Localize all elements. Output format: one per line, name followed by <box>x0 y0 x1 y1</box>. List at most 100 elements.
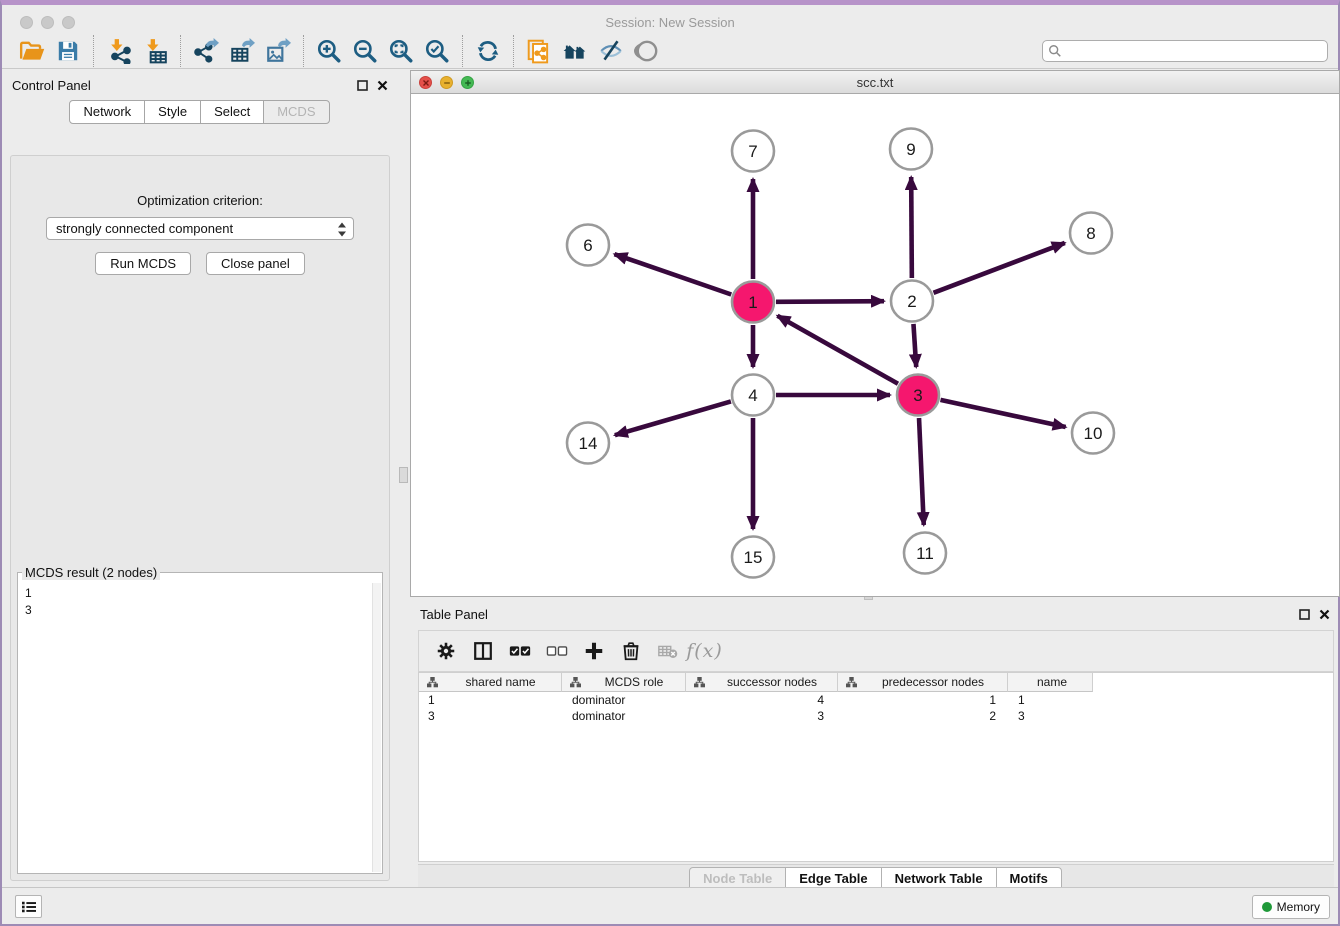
list-icon <box>21 900 37 914</box>
task-history-button[interactable] <box>15 895 42 918</box>
optimization-criterion-select[interactable]: strongly connected component <box>46 217 354 240</box>
zoom-out-button[interactable] <box>347 35 383 67</box>
minimize-window-icon[interactable] <box>41 16 54 29</box>
select-all-rows-button[interactable] <box>501 634 538 668</box>
graph-node-10[interactable]: 10 <box>1072 413 1114 454</box>
close-window-icon[interactable] <box>20 16 33 29</box>
table-row: 3dominator323 <box>419 708 1333 724</box>
save-session-button[interactable] <box>50 35 86 67</box>
graph-edge-3-10[interactable] <box>940 400 1065 427</box>
graph-edge-3-1[interactable] <box>777 316 898 384</box>
column-header-predecessor-nodes[interactable]: predecessor nodes <box>838 673 1008 692</box>
graph-edge-3-11[interactable] <box>919 418 924 525</box>
graph-node-7[interactable]: 7 <box>732 131 774 172</box>
graph-edge-1-6[interactable] <box>614 254 731 294</box>
delete-column-button[interactable] <box>612 634 649 668</box>
zoom-in-button[interactable] <box>311 35 347 67</box>
network-close-icon[interactable] <box>419 76 432 89</box>
table-body: 1dominator4113dominator323 <box>419 692 1333 724</box>
export-table-button[interactable] <box>224 35 260 67</box>
close-table-panel-icon[interactable] <box>1319 609 1330 620</box>
graph-node-14[interactable]: 14 <box>567 423 609 464</box>
close-panel-icon[interactable] <box>377 80 388 91</box>
graph-edge-2-8[interactable] <box>934 243 1065 293</box>
table-cell-successor_nodes[interactable]: 4 <box>686 692 838 708</box>
graph-node-8[interactable]: 8 <box>1070 213 1112 254</box>
toolbar-separator <box>513 35 514 67</box>
show-columns-button[interactable] <box>464 634 501 668</box>
delete-table-button[interactable] <box>649 634 686 668</box>
status-bar: Memory <box>2 887 1338 924</box>
import-table-button[interactable] <box>137 35 173 67</box>
vertical-split-grip[interactable] <box>399 467 408 483</box>
function-builder-button[interactable]: f(x) <box>686 634 723 668</box>
first-neighbors-button[interactable] <box>557 35 593 67</box>
graph-edge-4-14[interactable] <box>615 401 731 435</box>
run-mcds-button[interactable]: Run MCDS <box>95 252 191 275</box>
table-cell-successor_nodes[interactable]: 3 <box>686 708 838 724</box>
tab-style[interactable]: Style <box>144 100 201 124</box>
table-cell-predecessor_nodes[interactable]: 1 <box>838 692 1008 708</box>
import-network-button[interactable] <box>101 35 137 67</box>
tab-select[interactable]: Select <box>200 100 264 124</box>
graph-node-11[interactable]: 11 <box>904 533 946 574</box>
tab-mcds[interactable]: MCDS <box>263 100 329 124</box>
graph-node-label: 9 <box>906 140 915 159</box>
graph-node-4[interactable]: 4 <box>732 375 774 416</box>
table-cell-shared_name[interactable]: 1 <box>419 692 562 708</box>
export-image-button[interactable] <box>260 35 296 67</box>
eye-icon <box>634 38 660 64</box>
table-cell-predecessor_nodes[interactable]: 2 <box>838 708 1008 724</box>
memory-button[interactable]: Memory <box>1252 895 1330 919</box>
graph-edge-2-9[interactable] <box>911 177 912 278</box>
result-scrollbar[interactable] <box>372 583 381 872</box>
graph-node-1[interactable]: 1 <box>732 282 774 323</box>
table-cell-name[interactable]: 1 <box>1008 692 1093 708</box>
network-view-window: scc.txt 7 9 6 8 1 2 4 3 14 10 15 11 <box>410 70 1340 597</box>
tab-network[interactable]: Network <box>69 100 145 124</box>
refresh-view-button[interactable] <box>470 35 506 67</box>
deselect-all-rows-button[interactable] <box>538 634 575 668</box>
node-table: shared nameMCDS rolesuccessor nodesprede… <box>418 672 1334 862</box>
show-graphics-details-button[interactable] <box>629 35 665 67</box>
graph-node-3[interactable]: 3 <box>897 375 939 416</box>
float-table-panel-icon[interactable] <box>1299 609 1310 620</box>
network-window-titlebar[interactable]: scc.txt <box>411 71 1339 94</box>
column-header-shared-name[interactable]: shared name <box>419 673 562 692</box>
table-settings-button[interactable] <box>427 634 464 668</box>
search-input[interactable] <box>1042 40 1328 62</box>
main-titlebar[interactable]: Session: New Session <box>2 10 1338 34</box>
add-column-button[interactable] <box>575 634 612 668</box>
graph-node-9[interactable]: 9 <box>890 129 932 170</box>
table-row: 1dominator411 <box>419 692 1333 708</box>
column-header-name[interactable]: name <box>1008 673 1093 692</box>
graph-node-2[interactable]: 2 <box>891 281 933 322</box>
column-header-successor-nodes[interactable]: successor nodes <box>686 673 838 692</box>
hide-selected-button[interactable] <box>593 35 629 67</box>
open-file-button[interactable] <box>14 35 50 67</box>
maximize-window-icon[interactable] <box>62 16 75 29</box>
table-cell-mcds_role[interactable]: dominator <box>562 692 686 708</box>
table-cell-name[interactable]: 3 <box>1008 708 1093 724</box>
network-canvas[interactable]: 7 9 6 8 1 2 4 3 14 10 15 11 <box>411 94 1339 596</box>
zoom-fit-button[interactable] <box>383 35 419 67</box>
zoom-selected-button[interactable] <box>419 35 455 67</box>
close-panel-button[interactable]: Close panel <box>206 252 305 275</box>
memory-label: Memory <box>1277 900 1320 914</box>
graph-edge-1-2[interactable] <box>776 301 884 302</box>
network-maximize-icon[interactable] <box>461 76 474 89</box>
export-network-button[interactable] <box>188 35 224 67</box>
graph-node-15[interactable]: 15 <box>732 537 774 578</box>
graph-edge-2-3[interactable] <box>913 324 916 367</box>
sort-hierarchy-icon <box>846 677 857 688</box>
table-cell-mcds_role[interactable]: dominator <box>562 708 686 724</box>
column-header-MCDS-role[interactable]: MCDS role <box>562 673 686 692</box>
float-panel-icon[interactable] <box>357 80 368 91</box>
table-toolbar: f(x) <box>418 630 1334 672</box>
network-minimize-icon[interactable] <box>440 76 453 89</box>
new-network-from-selection-button[interactable] <box>521 35 557 67</box>
table-cell-shared_name[interactable]: 3 <box>419 708 562 724</box>
mcds-result-area[interactable]: 1 3 <box>19 583 381 872</box>
graph-node-label: 2 <box>907 292 916 311</box>
graph-node-6[interactable]: 6 <box>567 225 609 266</box>
